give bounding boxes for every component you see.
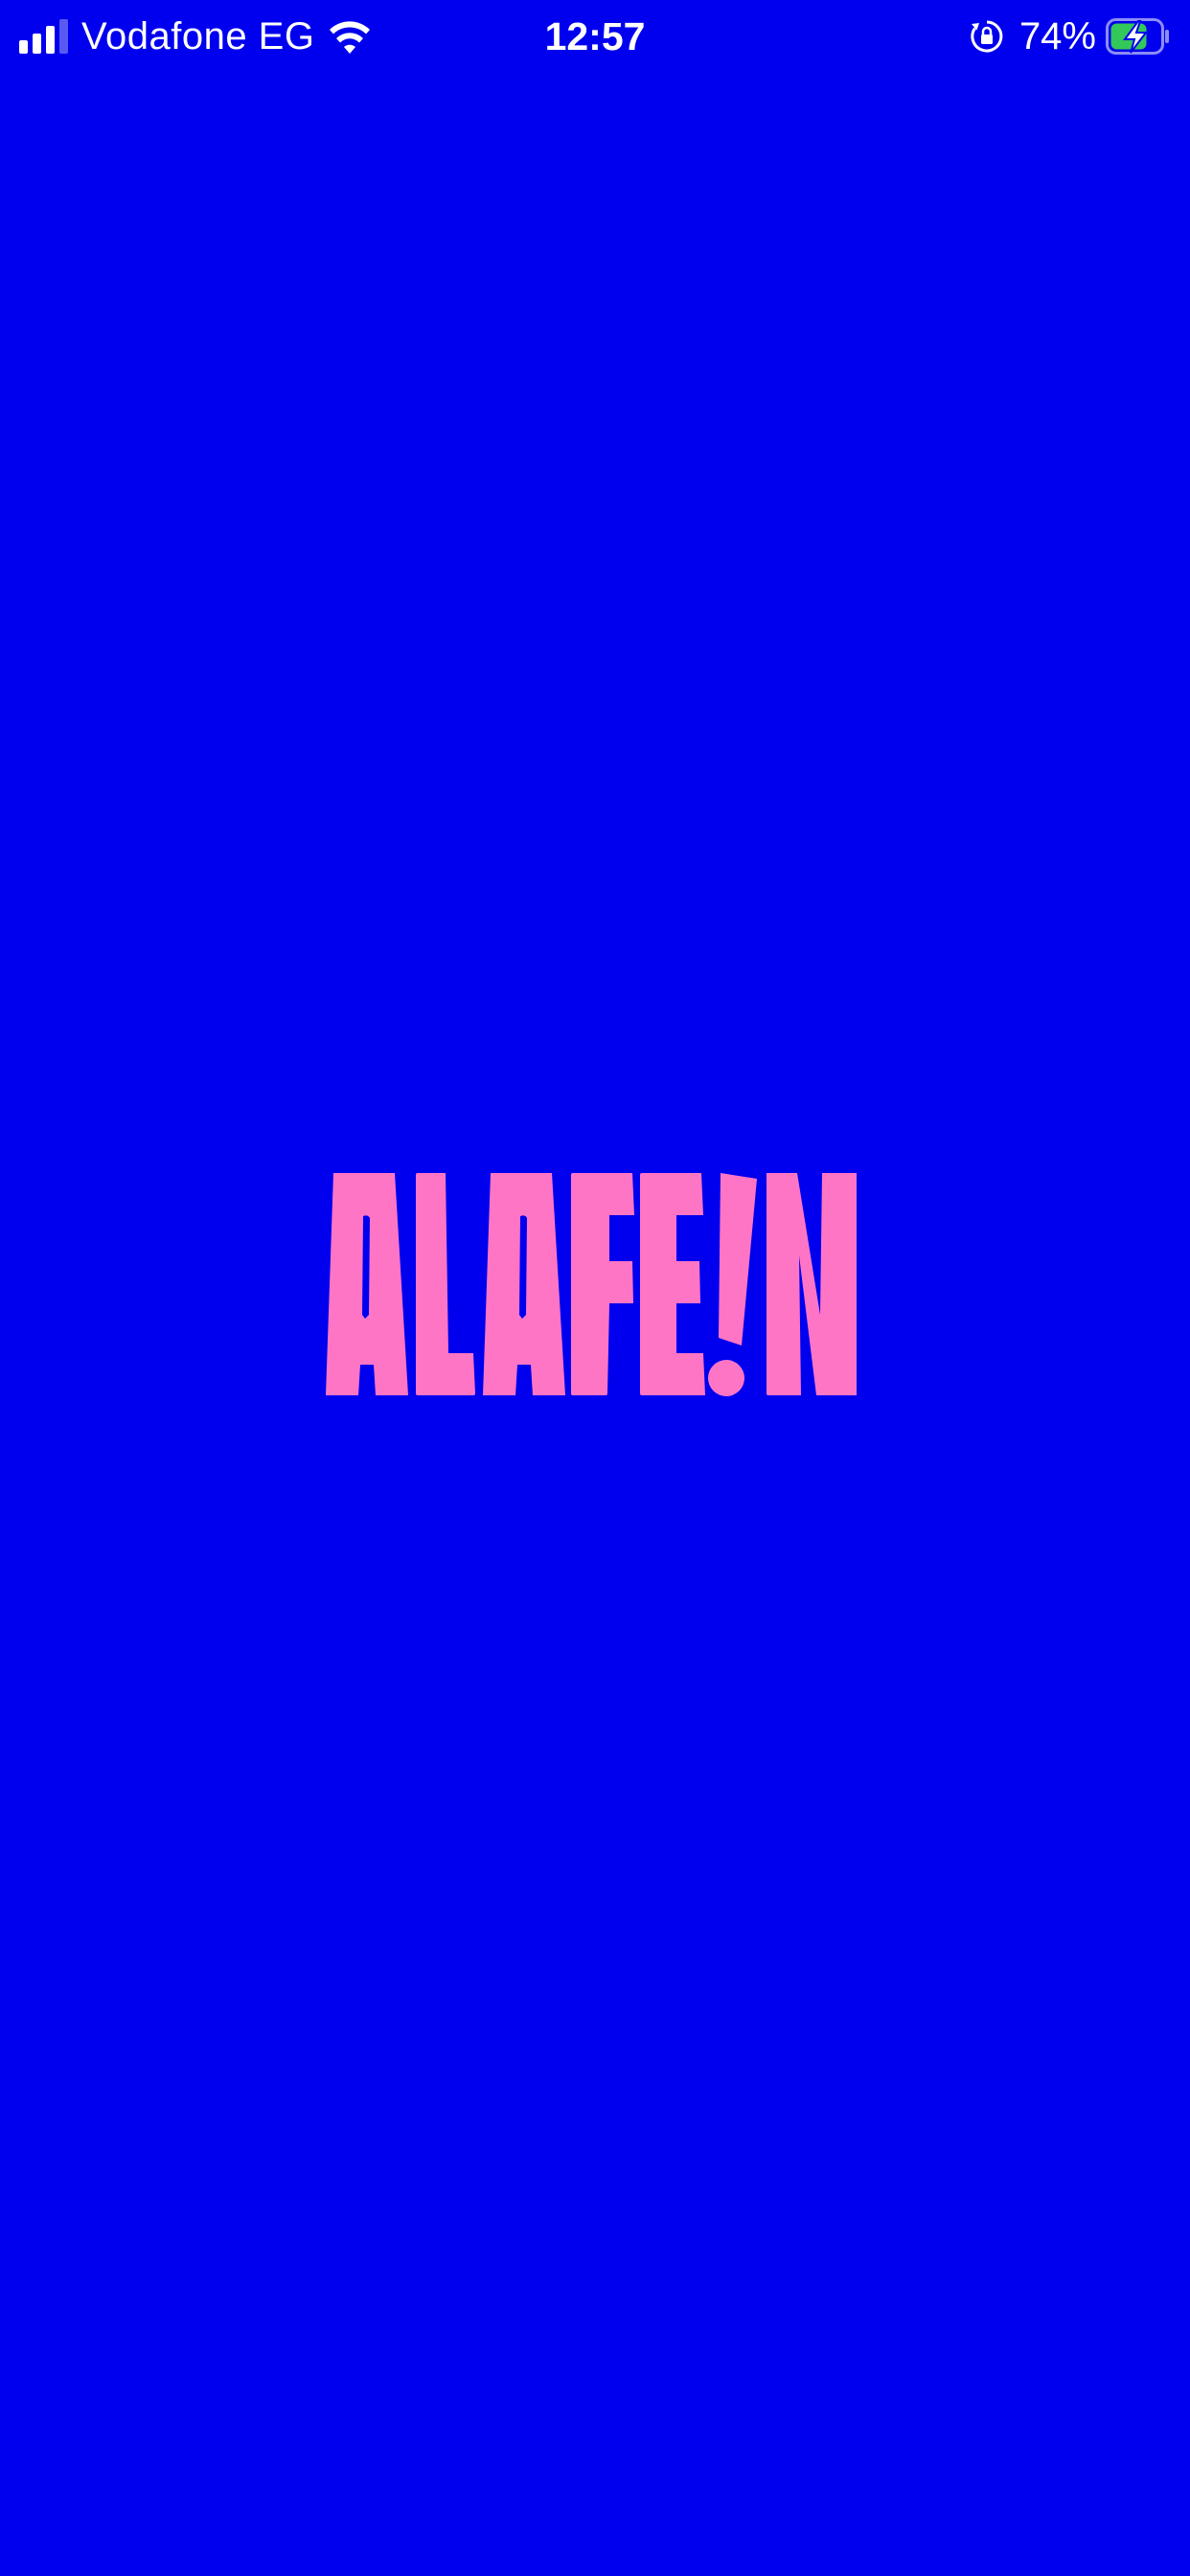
app-logo xyxy=(326,1173,857,1396)
status-bar-right: 74% xyxy=(970,12,1171,61)
status-bar: Vodafone EG 12:57 74% xyxy=(0,0,1190,75)
orientation-lock-icon xyxy=(971,20,1003,53)
battery-percentage: 74% xyxy=(1018,15,1096,58)
battery-charging-icon xyxy=(1106,18,1169,55)
splash-screen: Vodafone EG 12:57 74% xyxy=(0,0,1190,2576)
